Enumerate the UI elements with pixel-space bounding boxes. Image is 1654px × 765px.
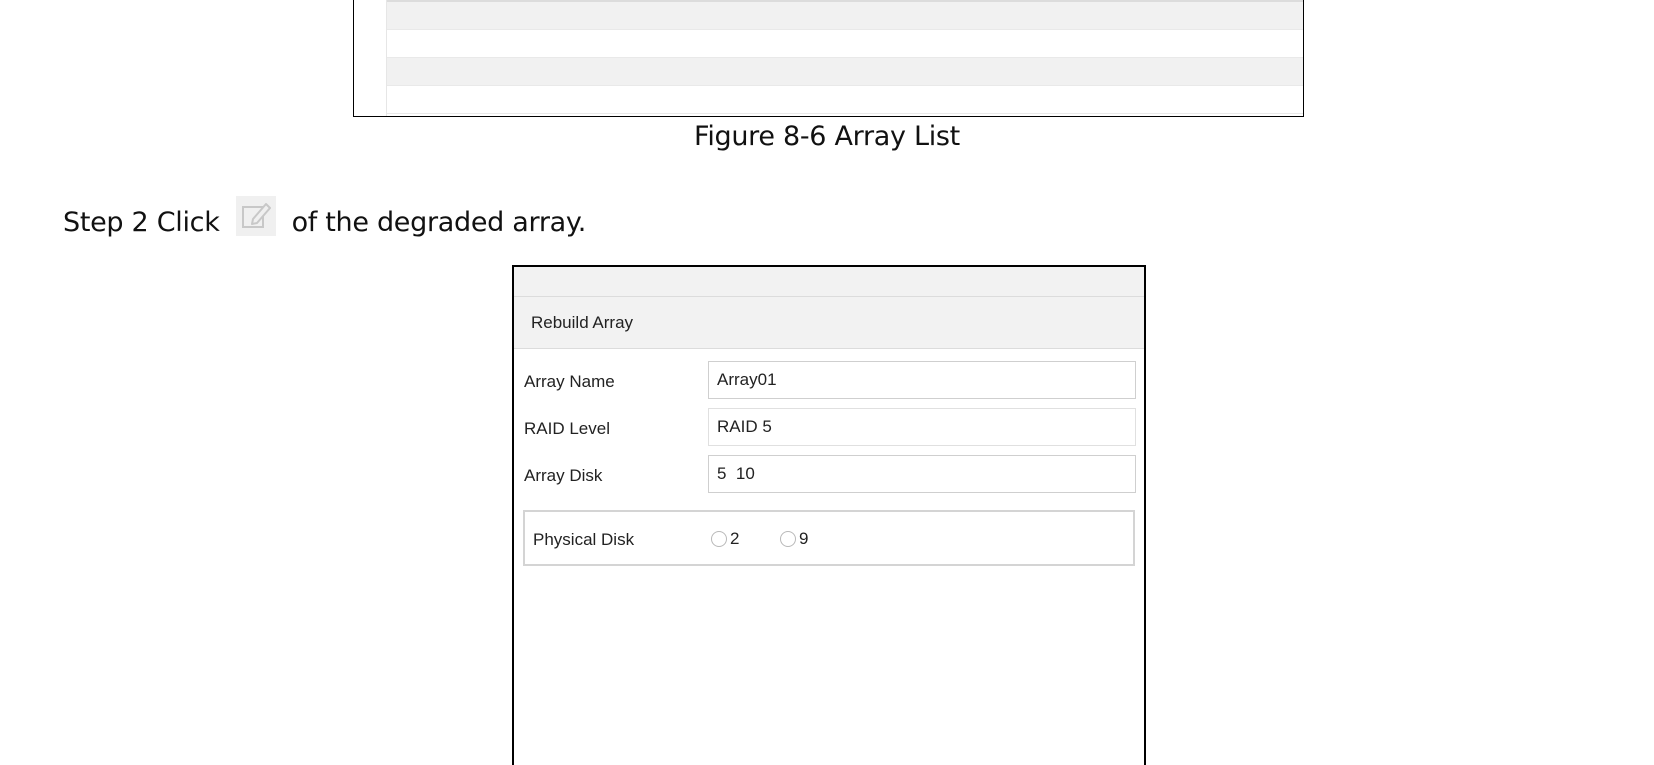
step-instruction: Step 2 Click of the degraded array. bbox=[63, 196, 587, 242]
radio-label: 9 bbox=[799, 529, 809, 548]
table-row bbox=[387, 0, 1303, 30]
rebuild-array-dialog: Rebuild Array Array Name RAID Level Arra… bbox=[512, 265, 1146, 765]
array-name-label: Array Name bbox=[524, 372, 615, 391]
step-suffix: of the degraded array. bbox=[291, 206, 587, 238]
raid-level-label: RAID Level bbox=[524, 419, 610, 438]
table-row bbox=[387, 30, 1303, 58]
dialog-title: Rebuild Array bbox=[531, 312, 634, 332]
array-list-table bbox=[386, 0, 1303, 116]
physical-disk-option-9[interactable]: 9 bbox=[780, 529, 808, 549]
step-prefix: Step 2 Click bbox=[63, 206, 220, 238]
radio-button[interactable] bbox=[711, 531, 727, 547]
raid-level-row: RAID Level bbox=[514, 408, 1144, 448]
physical-disk-option-2[interactable]: 2 bbox=[711, 529, 739, 549]
dialog-header: Rebuild Array bbox=[514, 297, 1144, 349]
array-name-row: Array Name bbox=[514, 361, 1144, 401]
edit-icon bbox=[235, 196, 276, 236]
array-list-figure bbox=[353, 0, 1304, 117]
dialog-title-bar bbox=[514, 267, 1144, 297]
physical-disk-label: Physical Disk bbox=[533, 530, 635, 549]
radio-button[interactable] bbox=[780, 531, 796, 547]
physical-disk-group: Physical Disk 2 9 bbox=[523, 510, 1135, 566]
array-disk-row: Array Disk bbox=[514, 455, 1144, 495]
table-row bbox=[387, 58, 1303, 86]
raid-level-field bbox=[708, 408, 1136, 446]
array-name-input[interactable] bbox=[708, 361, 1136, 399]
radio-label: 2 bbox=[730, 529, 740, 548]
figure-caption: Figure 8-6 Array List bbox=[694, 121, 960, 152]
table-row bbox=[387, 86, 1303, 114]
array-disk-label: Array Disk bbox=[524, 466, 603, 485]
array-disk-field bbox=[708, 455, 1136, 493]
